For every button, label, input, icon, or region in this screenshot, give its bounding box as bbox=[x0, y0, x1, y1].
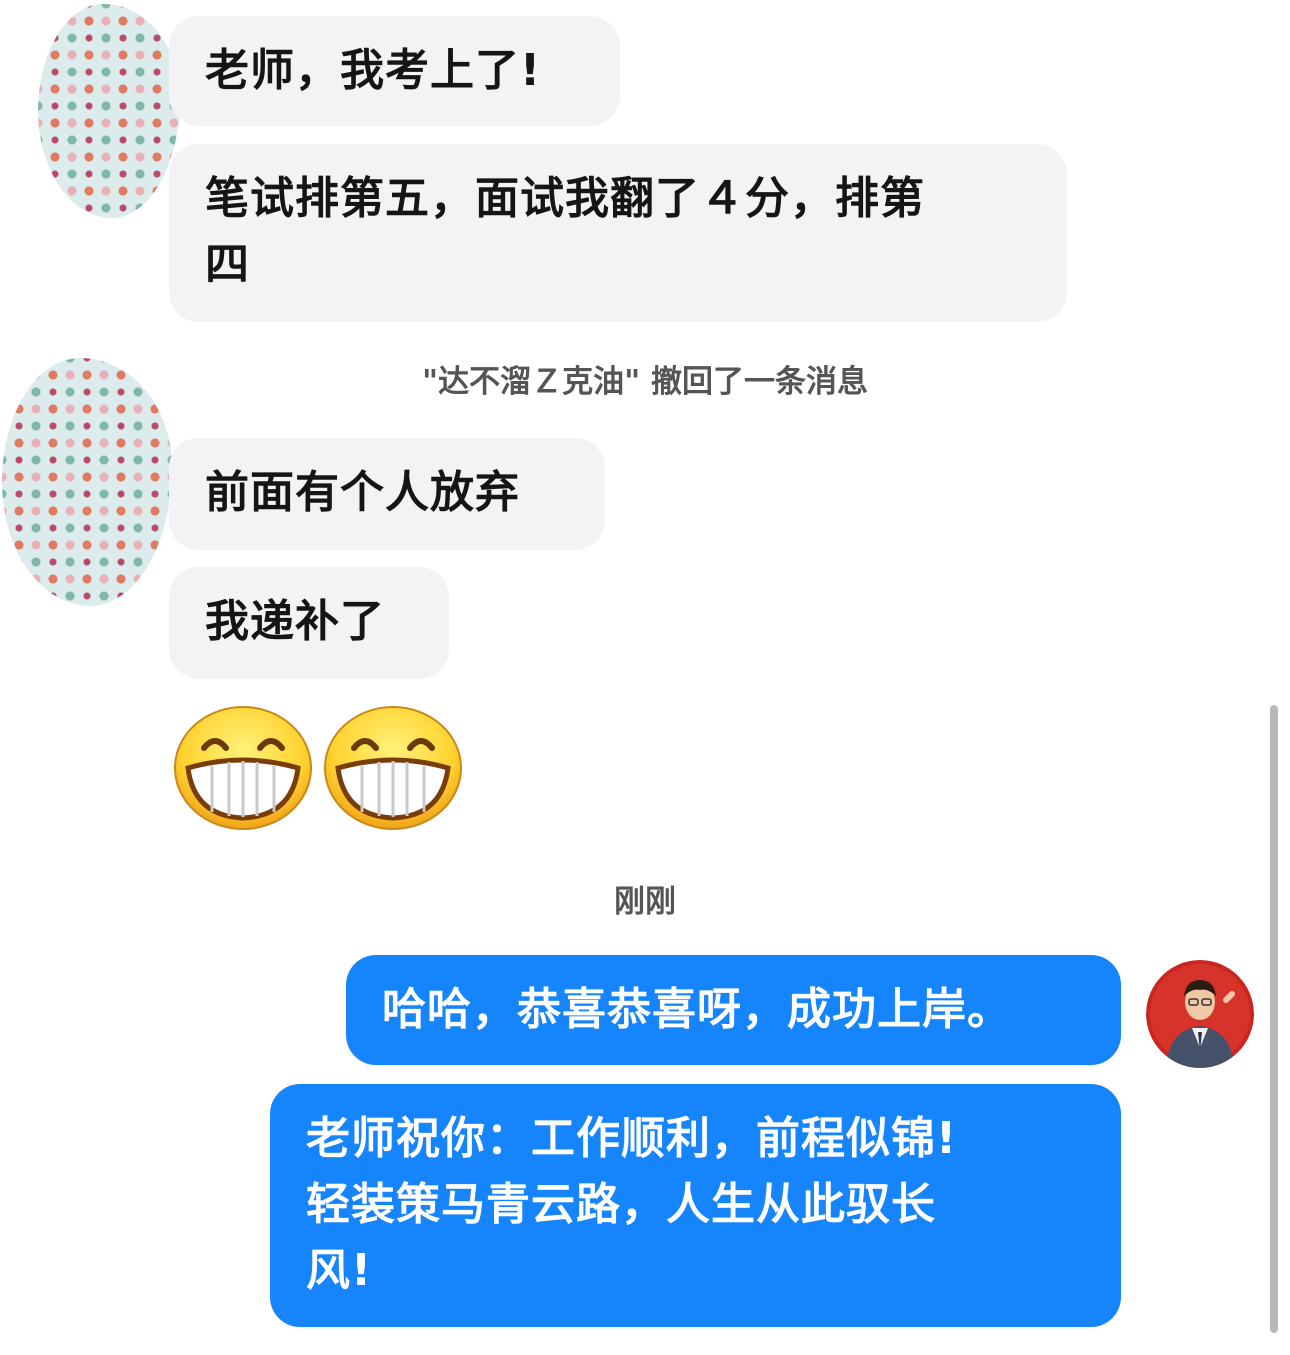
timestamp: 刚刚 bbox=[614, 884, 676, 920]
grin-emoji[interactable] bbox=[172, 704, 314, 830]
message-text: 老师祝你：工作顺利，前程似锦! bbox=[306, 1113, 958, 1164]
contact-avatar-1[interactable] bbox=[38, 4, 180, 218]
scrollbar[interactable] bbox=[1270, 705, 1278, 1333]
teacher-avatar[interactable] bbox=[1146, 960, 1254, 1068]
outgoing-message[interactable]: 老师祝你：工作顺利，前程似锦! 轻装策马青云路，人生从此驭长 风! bbox=[270, 1084, 1121, 1327]
message-text: 老师，我考上了! bbox=[205, 45, 542, 96]
grin-emoji[interactable] bbox=[322, 704, 464, 830]
message-text: 轻装策马青云路，人生从此驭长 bbox=[306, 1179, 936, 1230]
recalled-message-notice: "达不溜Ｚ克油" 撤回了一条消息 bbox=[421, 364, 869, 400]
message-text: 哈哈，恭喜恭喜呀，成功上岸。 bbox=[382, 984, 1012, 1035]
incoming-message[interactable]: 前面有个人放弃 bbox=[169, 438, 605, 550]
incoming-message[interactable]: 老师，我考上了! bbox=[169, 16, 620, 126]
incoming-message[interactable]: 我递补了 bbox=[169, 567, 449, 679]
message-text: 我递补了 bbox=[205, 596, 385, 647]
message-text: 风! bbox=[306, 1245, 373, 1296]
message-text: 前面有个人放弃 bbox=[205, 467, 520, 518]
contact-avatar-2[interactable] bbox=[2, 358, 172, 606]
outgoing-message[interactable]: 哈哈，恭喜恭喜呀，成功上岸。 bbox=[346, 955, 1121, 1065]
message-text: 笔试排第五，面试我翻了４分，排第 bbox=[205, 173, 925, 224]
incoming-message[interactable]: 笔试排第五，面试我翻了４分，排第 四 bbox=[169, 144, 1067, 322]
person-icon bbox=[1146, 960, 1254, 1068]
message-text: 四 bbox=[205, 239, 250, 290]
